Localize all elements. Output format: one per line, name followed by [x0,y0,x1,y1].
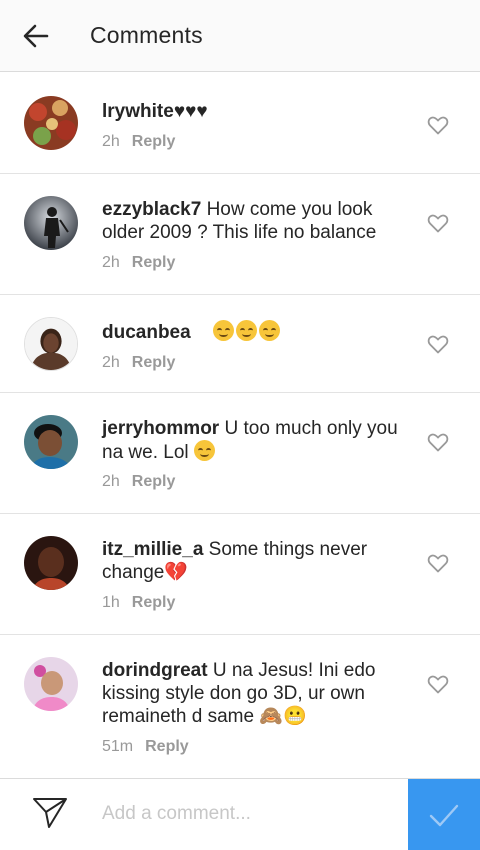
smile-emoji-icon [258,320,280,341]
comment-time: 51m [102,738,134,755]
comment-username[interactable]: lrywhite [102,101,174,122]
avatar[interactable] [24,317,78,371]
send-icon[interactable] [32,796,68,830]
heart-icon[interactable] [426,551,450,575]
heart-icon[interactable] [426,211,450,235]
comment-item: lrywhite♥♥♥ 2h Reply [0,72,480,174]
comment-meta: 51m Reply [102,738,189,756]
comment-time: 2h [102,254,120,271]
comment-meta: 2h Reply [102,133,175,151]
comment-text: jerryhommor U too much only you na we. L… [102,417,402,464]
comment-username[interactable]: dorindgreat [102,660,208,681]
comment-item: itz_millie_a Some things never change💔 1… [0,514,480,635]
comment-text: itz_millie_a Some things never change💔 [102,538,402,584]
smile-emoji-icon [235,320,257,341]
comment-list[interactable]: lrywhite♥♥♥ 2h Reply ezzyblack7 How come … [0,72,480,778]
avatar[interactable] [24,657,78,711]
reply-button[interactable]: Reply [132,594,176,611]
comment-item: ezzyblack7 How come you look older 2009 … [0,174,480,295]
comment-text: ducanbea [102,320,402,344]
smile-emoji-icon [212,320,234,341]
avatar[interactable] [24,96,78,150]
comment-time: 1h [102,594,120,611]
top-bar: Comments [0,0,480,72]
comment-text: ezzyblack7 How come you look older 2009 … [102,198,402,244]
heart-icon[interactable] [426,672,450,696]
avatar[interactable] [24,415,78,469]
comment-text: lrywhite♥♥♥ [102,100,402,123]
comment-item: jerryhommor U too much only you na we. L… [0,393,480,514]
reply-button[interactable]: Reply [132,133,176,150]
comment-time: 2h [102,133,120,150]
page-title: Comments [90,22,203,48]
comment-username[interactable]: jerryhommor [102,418,219,439]
comment-meta: 2h Reply [102,254,175,272]
comment-username[interactable]: ducanbea [102,322,191,343]
comment-username[interactable]: itz_millie_a [102,539,203,560]
comment-body: ♥♥♥ [173,101,208,122]
heart-icon[interactable] [426,113,450,137]
back-button[interactable] [0,0,72,72]
comment-time: 2h [102,354,120,371]
comment-input[interactable] [102,797,392,831]
comment-item: ducanbea 2h Reply [0,295,480,393]
reply-button[interactable]: Reply [132,473,176,490]
reply-button[interactable]: Reply [132,254,176,271]
comment-meta: 1h Reply [102,594,175,612]
comment-meta: 2h Reply [102,354,175,372]
reply-button[interactable]: Reply [132,354,176,371]
comment-item: dorindgreat U na Jesus! Ini edo kissing … [0,635,480,778]
post-comment-button[interactable] [408,779,480,850]
avatar[interactable] [24,196,78,250]
heart-icon[interactable] [426,430,450,454]
check-icon [429,804,459,826]
reply-button[interactable]: Reply [145,738,189,755]
comment-composer [0,778,480,850]
comment-username[interactable]: ezzyblack7 [102,199,201,220]
comment-meta: 2h Reply [102,473,175,491]
back-arrow-icon [23,24,49,47]
heart-icon[interactable] [426,332,450,356]
comment-text: dorindgreat U na Jesus! Ini edo kissing … [102,659,402,728]
comment-time: 2h [102,473,120,490]
avatar[interactable] [24,536,78,590]
smile-emoji-icon [193,440,215,461]
